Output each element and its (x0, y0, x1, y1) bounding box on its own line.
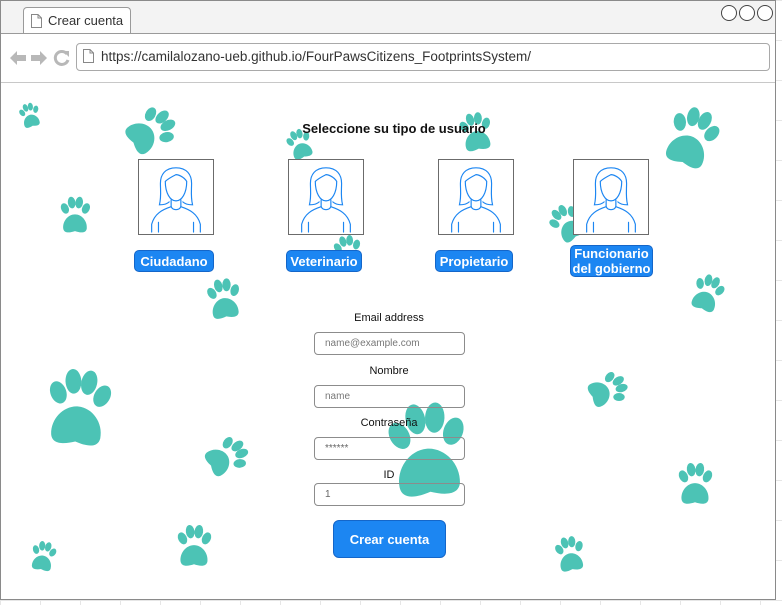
paw-print-icon (671, 461, 719, 509)
veterinario-button[interactable]: Veterinario (286, 250, 362, 272)
id-label: ID (383, 469, 395, 481)
minimize-button[interactable] (721, 5, 737, 21)
person-icon (574, 160, 648, 234)
person-icon (139, 160, 213, 234)
contrasena-input[interactable] (314, 437, 465, 460)
nombre-label: Nombre (369, 365, 409, 377)
maximize-button[interactable] (739, 5, 755, 21)
forward-arrow-icon[interactable] (30, 49, 48, 67)
paw-print-icon (169, 523, 219, 571)
person-icon (439, 160, 513, 234)
propietario-avatar[interactable] (438, 159, 514, 235)
page-title: Seleccione su tipo de usuario (302, 121, 486, 136)
paw-print-icon (198, 272, 251, 328)
back-arrow-icon[interactable] (9, 49, 27, 67)
funcionario-label-line1: Funcionario (574, 246, 649, 261)
reload-icon[interactable] (53, 49, 71, 67)
paw-print-icon (577, 360, 636, 420)
ciudadano-button[interactable]: Ciudadano (134, 250, 214, 272)
close-button[interactable] (757, 5, 773, 21)
document-icon (31, 14, 42, 28)
funcionario-label-line2: del gobierno (572, 261, 651, 276)
browser-tab[interactable]: Crear cuenta (23, 7, 131, 34)
paw-print-icon (646, 95, 735, 183)
window-controls (721, 5, 773, 21)
person-icon (289, 160, 363, 234)
paw-print-icon (23, 536, 63, 577)
crear-cuenta-button[interactable]: Crear cuenta (333, 520, 446, 558)
page-content: Seleccione su tipo de usuario Ciudadano … (1, 83, 776, 600)
address-bar[interactable]: https://camilalozano-ueb.github.io/FourP… (76, 43, 770, 71)
contrasena-label: Contraseña (360, 417, 418, 429)
ciudadano-avatar[interactable] (138, 159, 214, 235)
page-icon (83, 49, 94, 63)
tab-title: Crear cuenta (48, 13, 124, 28)
propietario-button[interactable]: Propietario (435, 250, 513, 272)
funcionario-gobierno-button[interactable]: Funcionario del gobierno (570, 245, 653, 277)
paw-print-icon (546, 532, 594, 579)
email-input[interactable] (314, 332, 465, 355)
navigation-bar: https://camilalozano-ueb.github.io/FourP… (1, 33, 775, 83)
paw-print-icon (678, 266, 736, 321)
url-text: https://camilalozano-ueb.github.io/FourP… (101, 49, 531, 64)
nombre-input[interactable] (314, 385, 465, 408)
funcionario-avatar[interactable] (573, 159, 649, 235)
veterinario-avatar[interactable] (288, 159, 364, 235)
email-label: Email address (354, 312, 424, 324)
paw-print-icon (30, 357, 126, 462)
browser-window: Crear cuenta https://camilalozano-ueb.gi… (0, 0, 776, 600)
paw-print-icon (193, 423, 260, 490)
paw-print-icon (53, 195, 97, 237)
tab-strip: Crear cuenta (1, 1, 775, 34)
id-input[interactable] (314, 483, 465, 506)
